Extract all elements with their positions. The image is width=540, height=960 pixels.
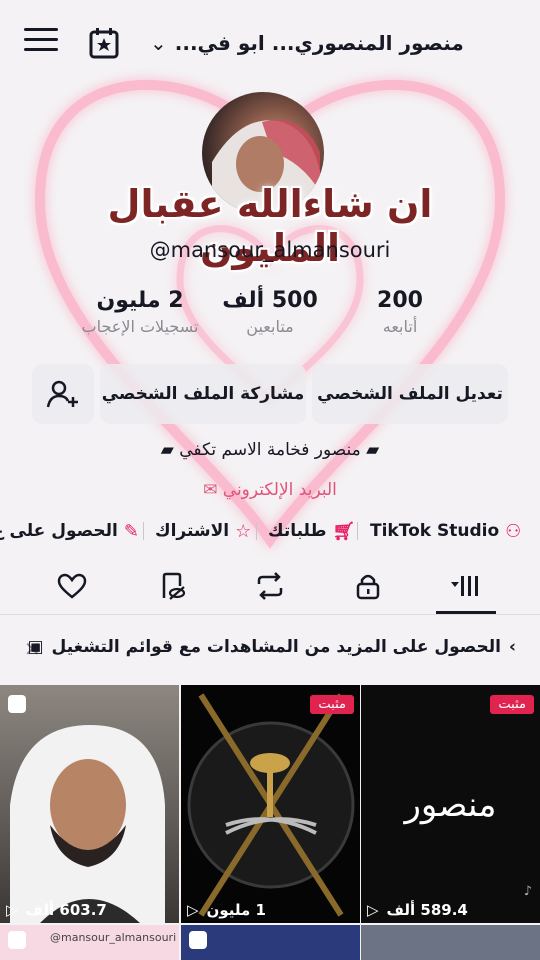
followers-count: 500 ألف: [222, 288, 318, 313]
followers-label: متابعين: [246, 317, 294, 336]
video-grid: مثبت منصور ♪ 589.4 ألف ▷ مثبت 1 مليون ▷: [0, 685, 540, 960]
star-icon: ☆: [235, 520, 252, 542]
view-count-label: 1 مليون: [206, 901, 266, 919]
tab-reposts[interactable]: [240, 568, 300, 604]
video-thumbnail[interactable]: @mansour_almansouri: [0, 925, 179, 960]
divider: [143, 522, 144, 540]
play-icon: ▷: [6, 901, 18, 919]
tab-private[interactable]: [338, 568, 398, 604]
play-icon: ▷: [187, 901, 199, 919]
mail-icon: ✉: [203, 480, 218, 500]
email-label: البريد الإلكتروني: [222, 480, 337, 500]
profile-handle: @mansour_almansouri: [149, 238, 391, 262]
subscription-label: الاشتراك: [155, 521, 230, 541]
followers-stat[interactable]: 500 ألف متابعين: [195, 288, 345, 336]
divider: [357, 522, 358, 540]
profile-header: ⌄ منصور المنصوري... ابو في...: [0, 18, 540, 70]
video-thumbnail[interactable]: مثبت منصور ♪ 589.4 ألف ▷: [361, 685, 540, 923]
playlist-promo-banner[interactable]: ✕ › الحصول على المزيد من المشاهدات مع قو…: [0, 615, 540, 683]
repost-icon: [257, 572, 283, 600]
profile-actions-row: TikTok Studio ⚇ طلباتك 🛒︎ الاشتراك ☆ الح…: [0, 516, 540, 546]
subscription-link[interactable]: الاشتراك ☆: [155, 516, 251, 546]
flag-icon: ▰: [160, 440, 174, 460]
add-friend-button[interactable]: [32, 364, 94, 424]
profile-bio: ▰ منصور فخامة الاسم تكفي ▰: [0, 440, 540, 460]
shopping-cart-icon: 🛒︎: [332, 520, 356, 542]
chevron-down-icon: ⌄: [150, 31, 167, 55]
orders-label: طلباتك: [268, 521, 327, 541]
orders-link[interactable]: طلباتك 🛒︎: [268, 516, 355, 546]
heart-decoration: [34, 80, 506, 549]
likes-stat[interactable]: 2 مليون تسجيلات الإعجاب: [65, 288, 215, 336]
content-tabs: [0, 560, 540, 615]
profile-stats: 200 أتابعه 500 ألف متابعين 2 مليون تسجيل…: [0, 288, 540, 348]
edit-icon: ✎: [123, 520, 139, 542]
email-link[interactable]: البريد الإلكتروني ✉: [0, 480, 540, 500]
thumbnail-handle: @mansour_almansouri: [50, 931, 177, 944]
bio-text: منصور فخامة الاسم تكفي: [179, 440, 361, 460]
view-count: 603.7 ألف ▷: [6, 901, 107, 919]
following-stat[interactable]: 200 أتابعه: [325, 288, 475, 336]
banner-text: الحصول على المزيد من المشاهدات مع قوائم …: [51, 637, 501, 657]
video-thumbnail[interactable]: مثبت 1 مليون ▷: [181, 685, 360, 923]
account-username: منصور المنصوري... ابو في...: [174, 31, 464, 55]
view-count-label: 603.7 ألف: [25, 901, 107, 919]
banner-text-wrap: › الحصول على المزيد من المشاهدات مع قوائ…: [27, 637, 516, 657]
video-thumbnail[interactable]: [181, 925, 360, 960]
person-photo: [10, 725, 165, 923]
tab-liked[interactable]: [42, 568, 102, 604]
grid-icon: [451, 576, 478, 596]
tiktok-studio-label: TikTok Studio: [370, 521, 500, 541]
thumbnail-caption: منصور: [404, 785, 497, 825]
person-star-icon: ⚇: [505, 520, 522, 542]
view-count-label: 589.4 ألف: [386, 901, 468, 919]
following-label: أتابعه: [382, 317, 418, 336]
following-count: 200: [377, 288, 423, 313]
likes-label: تسجيلات الإعجاب: [81, 317, 199, 336]
divider: [256, 522, 257, 540]
lock-icon: [356, 574, 380, 600]
chevron-left-icon: ›: [508, 637, 516, 657]
multi-photo-icon: [8, 695, 26, 713]
hamburger-menu-icon[interactable]: [24, 28, 58, 58]
tiktok-studio-link[interactable]: TikTok Studio ⚇: [370, 516, 521, 546]
flag-icon: ▰: [366, 440, 380, 460]
view-count: 589.4 ألف ▷: [367, 901, 468, 919]
calendar-star-icon[interactable]: [88, 26, 120, 60]
heart-icon: [57, 573, 87, 599]
likes-count: 2 مليون: [96, 288, 184, 313]
playlist-icon: ▣: [27, 637, 44, 657]
bookmark-eye-icon: [162, 572, 186, 600]
tiktok-logo-icon: ♪: [523, 884, 532, 899]
get-more-link[interactable]: الحصول على ع ✎: [0, 516, 139, 546]
view-count: 1 مليون ▷: [187, 901, 266, 919]
tab-favorites[interactable]: [142, 568, 202, 604]
video-thumbnail[interactable]: 603.7 ألف ▷: [0, 685, 179, 923]
get-more-label: الحصول على ع: [0, 521, 118, 541]
video-thumbnail[interactable]: [361, 925, 540, 960]
saudi-emblem-image: [187, 693, 355, 917]
share-profile-button[interactable]: مشاركة الملف الشخصي: [100, 364, 306, 424]
edit-profile-button[interactable]: تعديل الملف الشخصي: [312, 364, 508, 424]
multi-photo-icon: [8, 931, 26, 949]
play-icon: ▷: [367, 901, 379, 919]
multi-photo-icon: [189, 931, 207, 949]
account-switcher[interactable]: ⌄ منصور المنصوري... ابو في...: [150, 26, 464, 60]
pinned-badge: مثبت: [310, 695, 354, 714]
add-person-icon: [46, 380, 78, 408]
pinned-badge: مثبت: [490, 695, 534, 714]
tab-videos[interactable]: [436, 568, 496, 614]
